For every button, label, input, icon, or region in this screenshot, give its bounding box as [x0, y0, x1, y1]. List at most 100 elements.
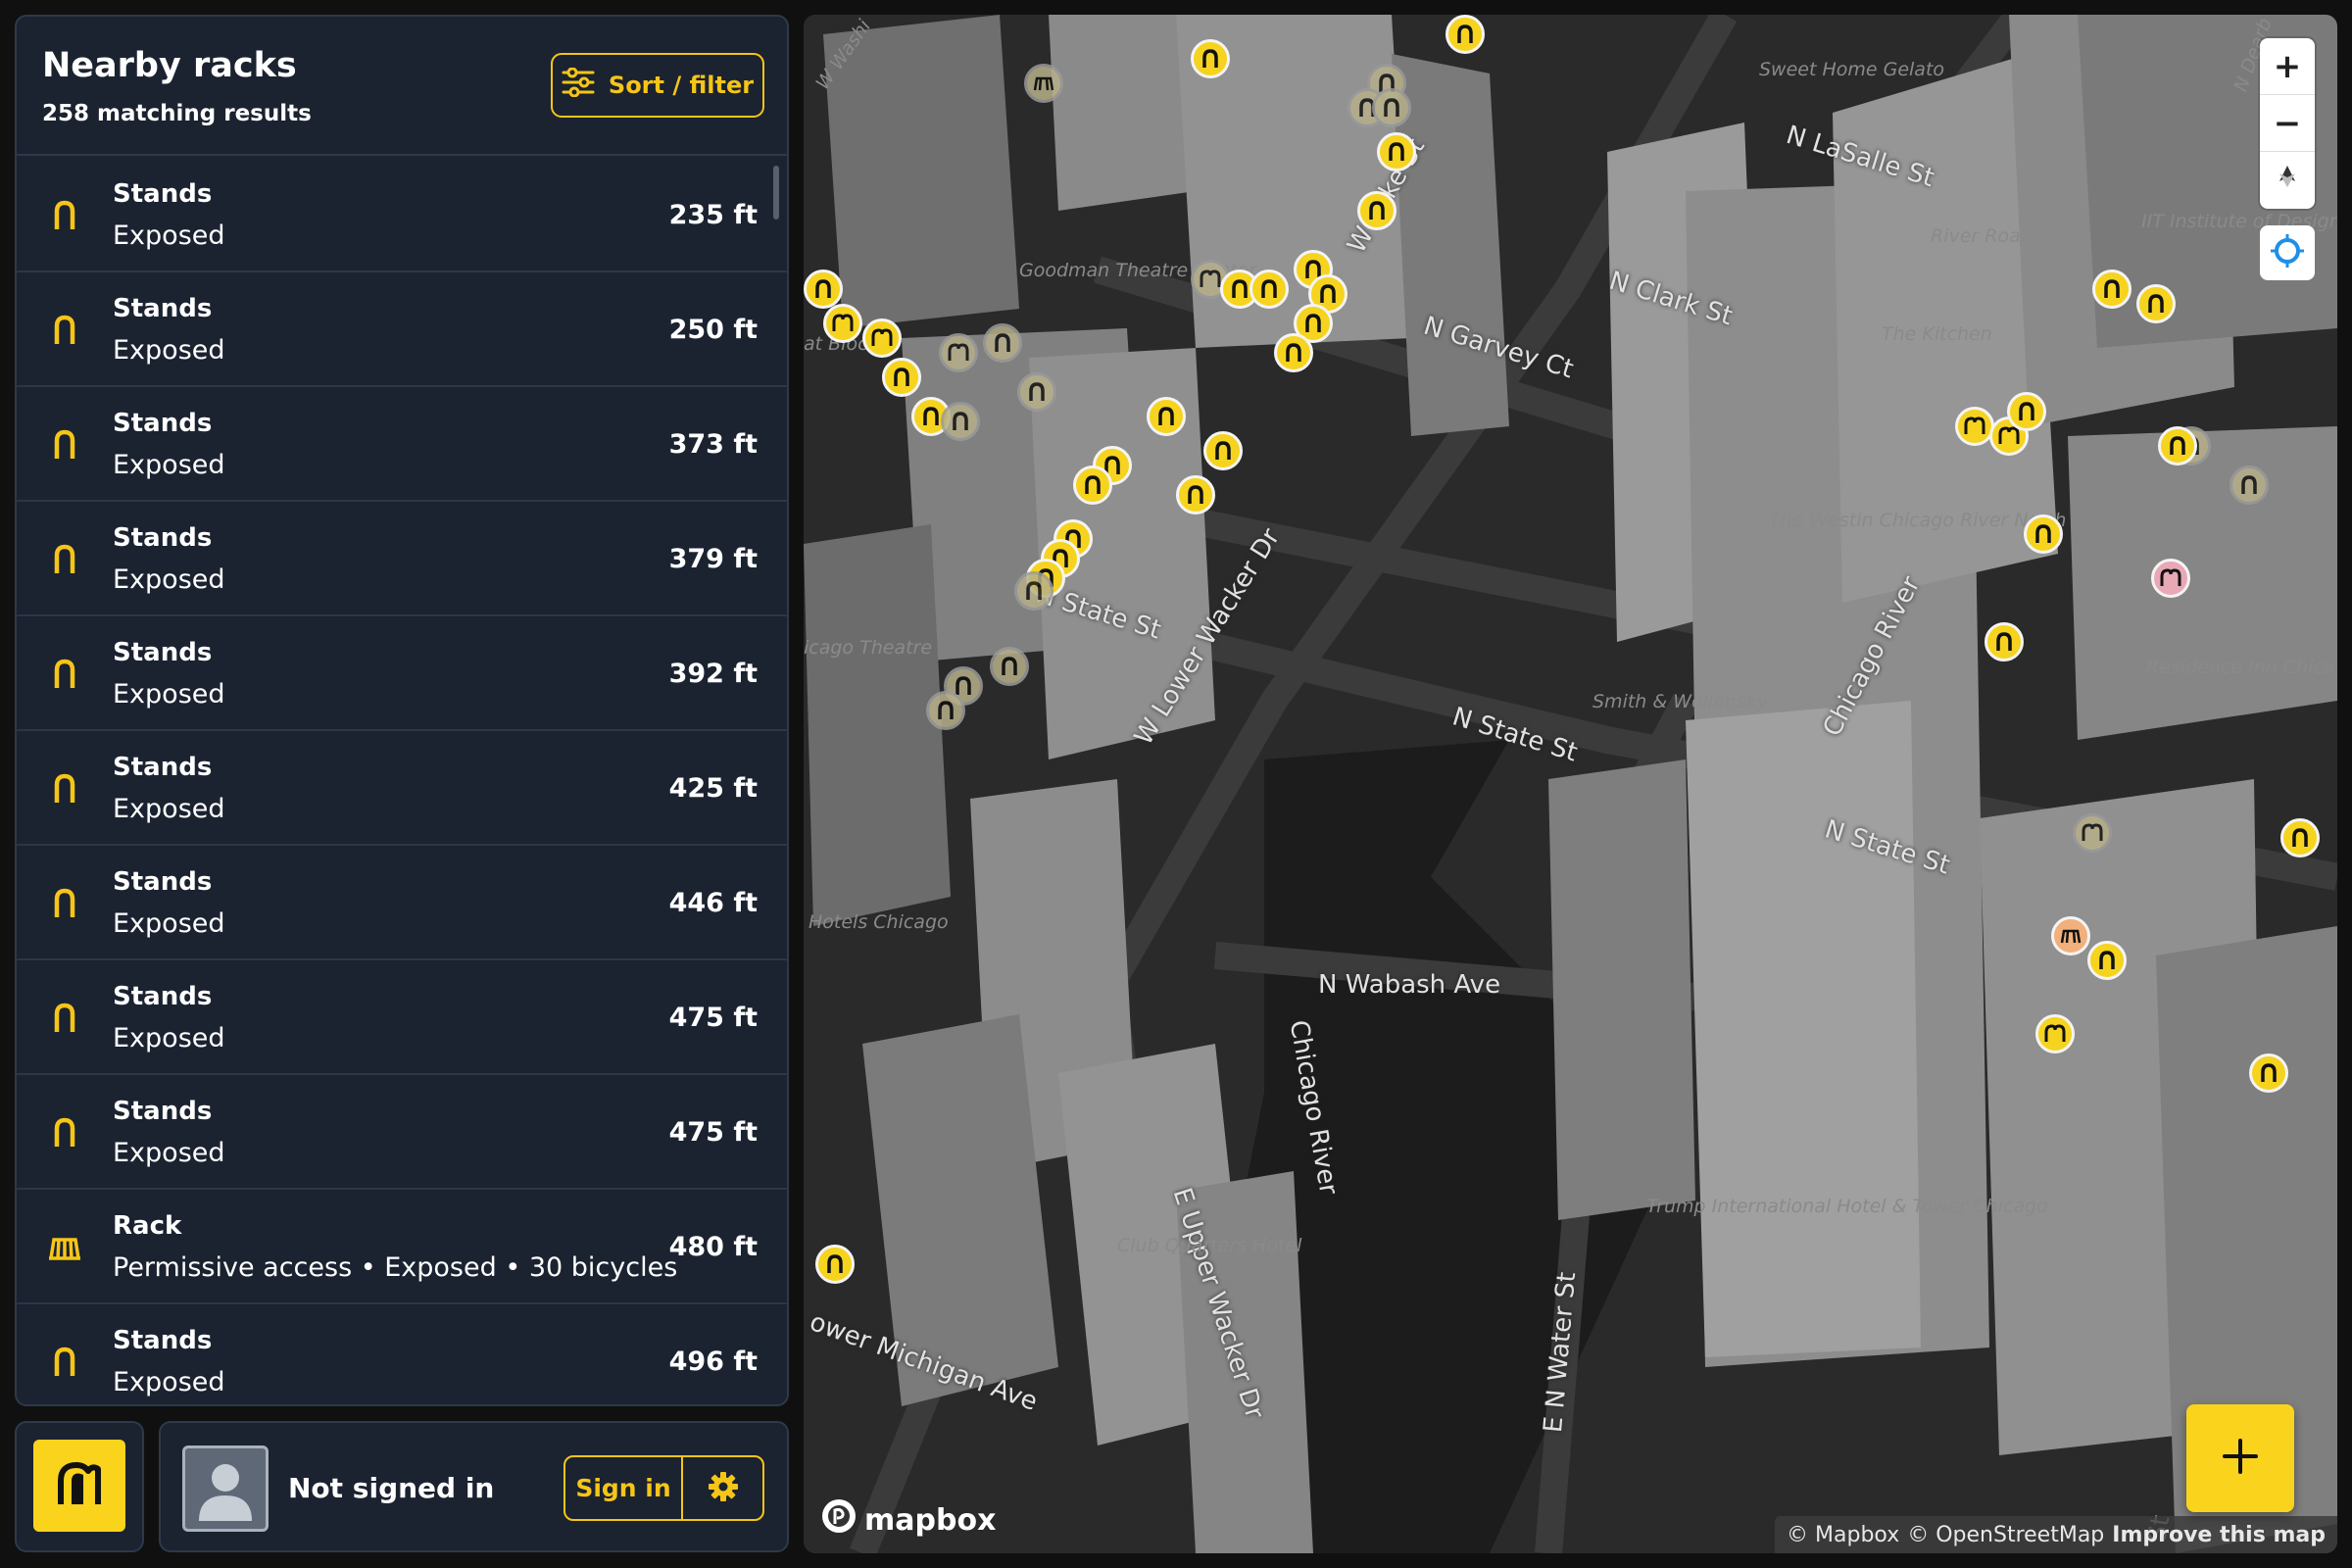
stand-marker[interactable]: [2158, 426, 2197, 466]
rack-distance: 392 ft: [668, 659, 758, 689]
stand-marker[interactable]: [1250, 270, 1289, 309]
result-row[interactable]: Stands Exposed 235 ft: [17, 158, 787, 272]
stand-marker[interactable]: [983, 323, 1022, 363]
stands-icon: [48, 427, 81, 461]
stand-marker[interactable]: [1984, 622, 2024, 662]
stands-icon: [48, 542, 81, 575]
stand-marker[interactable]: [990, 647, 1029, 686]
auth-group: Sign in: [564, 1455, 764, 1521]
locker-marker[interactable]: [2073, 813, 2112, 853]
stand-marker[interactable]: [2249, 1054, 2288, 1093]
stand-marker[interactable]: [882, 358, 921, 397]
sort-filter-label: Sort / filter: [608, 72, 755, 99]
stands-icon: [48, 657, 81, 690]
stand-marker[interactable]: [2230, 466, 2269, 505]
settings-button[interactable]: [683, 1457, 762, 1519]
rack-details: Exposed: [113, 220, 225, 251]
stand-marker[interactable]: [1191, 39, 1230, 78]
rack-type: Stands: [113, 982, 213, 1011]
osm-attribution-link[interactable]: © OpenStreetMap: [1907, 1523, 2104, 1547]
stand-marker[interactable]: [2092, 270, 2132, 309]
stand-marker[interactable]: [804, 270, 843, 309]
add-rack-button[interactable]: [2186, 1404, 2294, 1512]
locker-marker[interactable]: [862, 318, 902, 358]
stand-marker[interactable]: [1357, 191, 1396, 230]
locker-marker[interactable]: [823, 304, 862, 343]
zoom-control: + −: [2260, 38, 2315, 209]
zoom-in-button[interactable]: +: [2260, 38, 2315, 95]
rack-distance: 480 ft: [668, 1232, 758, 1262]
stand-marker[interactable]: [1017, 372, 1056, 412]
stand-marker[interactable]: [815, 1245, 855, 1284]
rack-type: Stands: [113, 1097, 213, 1126]
result-row[interactable]: Stands Exposed 496 ft: [17, 1304, 787, 1404]
stand-marker[interactable]: [2024, 514, 2063, 554]
result-row[interactable]: Stands Exposed 425 ft: [17, 731, 787, 846]
rack-distance: 475 ft: [668, 1003, 758, 1033]
result-row[interactable]: Stands Exposed 373 ft: [17, 387, 787, 502]
result-row[interactable]: Stands Exposed 446 ft: [17, 846, 787, 960]
stand-marker[interactable]: [1014, 571, 1054, 611]
result-row[interactable]: Rack Permissive access • Exposed • 30 bic…: [17, 1190, 787, 1304]
stand-marker[interactable]: [1203, 431, 1243, 470]
poi-label: The Westin Chicago River North: [1769, 510, 2067, 531]
results-list[interactable]: Stands Exposed 235 ft Stands Exposed 250 ft St…: [17, 158, 787, 1404]
stand-marker[interactable]: [1372, 88, 1411, 127]
stand-marker[interactable]: [2280, 818, 2320, 858]
rack-marker[interactable]: [1024, 64, 1063, 103]
rack-details: Exposed: [113, 1138, 225, 1168]
stand-marker[interactable]: [926, 691, 965, 730]
rack-marker[interactable]: [2051, 916, 2090, 956]
stand-marker[interactable]: [1176, 475, 1215, 514]
locker-marker[interactable]: [939, 333, 978, 372]
stands-icon: [48, 1345, 81, 1378]
rack-details: Exposed: [113, 794, 225, 824]
geolocate-button[interactable]: [2260, 225, 2315, 280]
poi-label: Sweet Home Gelato: [1759, 59, 1945, 80]
rack-type: Rack: [113, 1211, 182, 1241]
stand-marker[interactable]: [2087, 941, 2127, 980]
rack-icon: [48, 1230, 81, 1263]
mapbox-logo-icon: [819, 1496, 858, 1544]
compass-button[interactable]: [2260, 152, 2315, 209]
rack-type: Stands: [113, 179, 213, 209]
stand-marker[interactable]: [2007, 392, 2046, 431]
rack-type: Stands: [113, 409, 213, 438]
stand-marker[interactable]: [1073, 466, 1112, 505]
result-row[interactable]: Stands Exposed 475 ft: [17, 1075, 787, 1190]
result-row[interactable]: Stands Exposed 392 ft: [17, 616, 787, 731]
poi-label: Residence Inn Chica Downtown/River No: [2146, 657, 2337, 678]
rack-details: Exposed: [113, 450, 225, 480]
poi-label: River Roast: [1931, 225, 2038, 247]
rack-distance: 373 ft: [668, 429, 758, 460]
stand-marker[interactable]: [1377, 132, 1416, 172]
poi-label: Hotels Chicago: [808, 911, 949, 933]
panel-title: Nearby racks: [42, 46, 297, 85]
mapbox-logo[interactable]: mapbox: [819, 1496, 996, 1544]
rack-details: Permissive access • Exposed • 30 bicycle…: [113, 1252, 678, 1283]
result-row[interactable]: Stands Exposed 475 ft: [17, 960, 787, 1075]
improve-map-link[interactable]: Improve this map: [2112, 1523, 2326, 1547]
locker-marker[interactable]: [2151, 559, 2190, 598]
zoom-out-button[interactable]: −: [2260, 95, 2315, 152]
poi-label: Club Quarters Hotel: [1117, 1235, 1302, 1256]
crosshair-icon: [2270, 233, 2305, 272]
stand-marker[interactable]: [1274, 333, 1313, 372]
rack-distance: 379 ft: [668, 544, 758, 574]
stand-marker[interactable]: [1446, 15, 1485, 54]
app-logo-button[interactable]: [33, 1440, 125, 1532]
stand-marker[interactable]: [1147, 397, 1186, 436]
mapbox-attribution-link[interactable]: © Mapbox: [1787, 1523, 1899, 1547]
stand-marker[interactable]: [2136, 284, 2176, 323]
result-row[interactable]: Stands Exposed 250 ft: [17, 272, 787, 387]
sort-filter-button[interactable]: Sort / filter: [551, 53, 764, 118]
stand-marker[interactable]: [941, 402, 980, 441]
results-panel: Nearby racks 258 matching results Sort /…: [15, 15, 789, 1406]
sign-in-button[interactable]: Sign in: [565, 1457, 683, 1519]
map-view[interactable]: N Wabash Ave Chicago River N State St N …: [804, 15, 2337, 1553]
rack-details: Exposed: [113, 564, 225, 595]
locker-marker[interactable]: [2035, 1014, 2075, 1054]
result-row[interactable]: Stands Exposed 379 ft: [17, 502, 787, 616]
poi-label: Smith & Wollensky: [1592, 691, 1769, 712]
locker-marker[interactable]: [1955, 407, 1994, 446]
